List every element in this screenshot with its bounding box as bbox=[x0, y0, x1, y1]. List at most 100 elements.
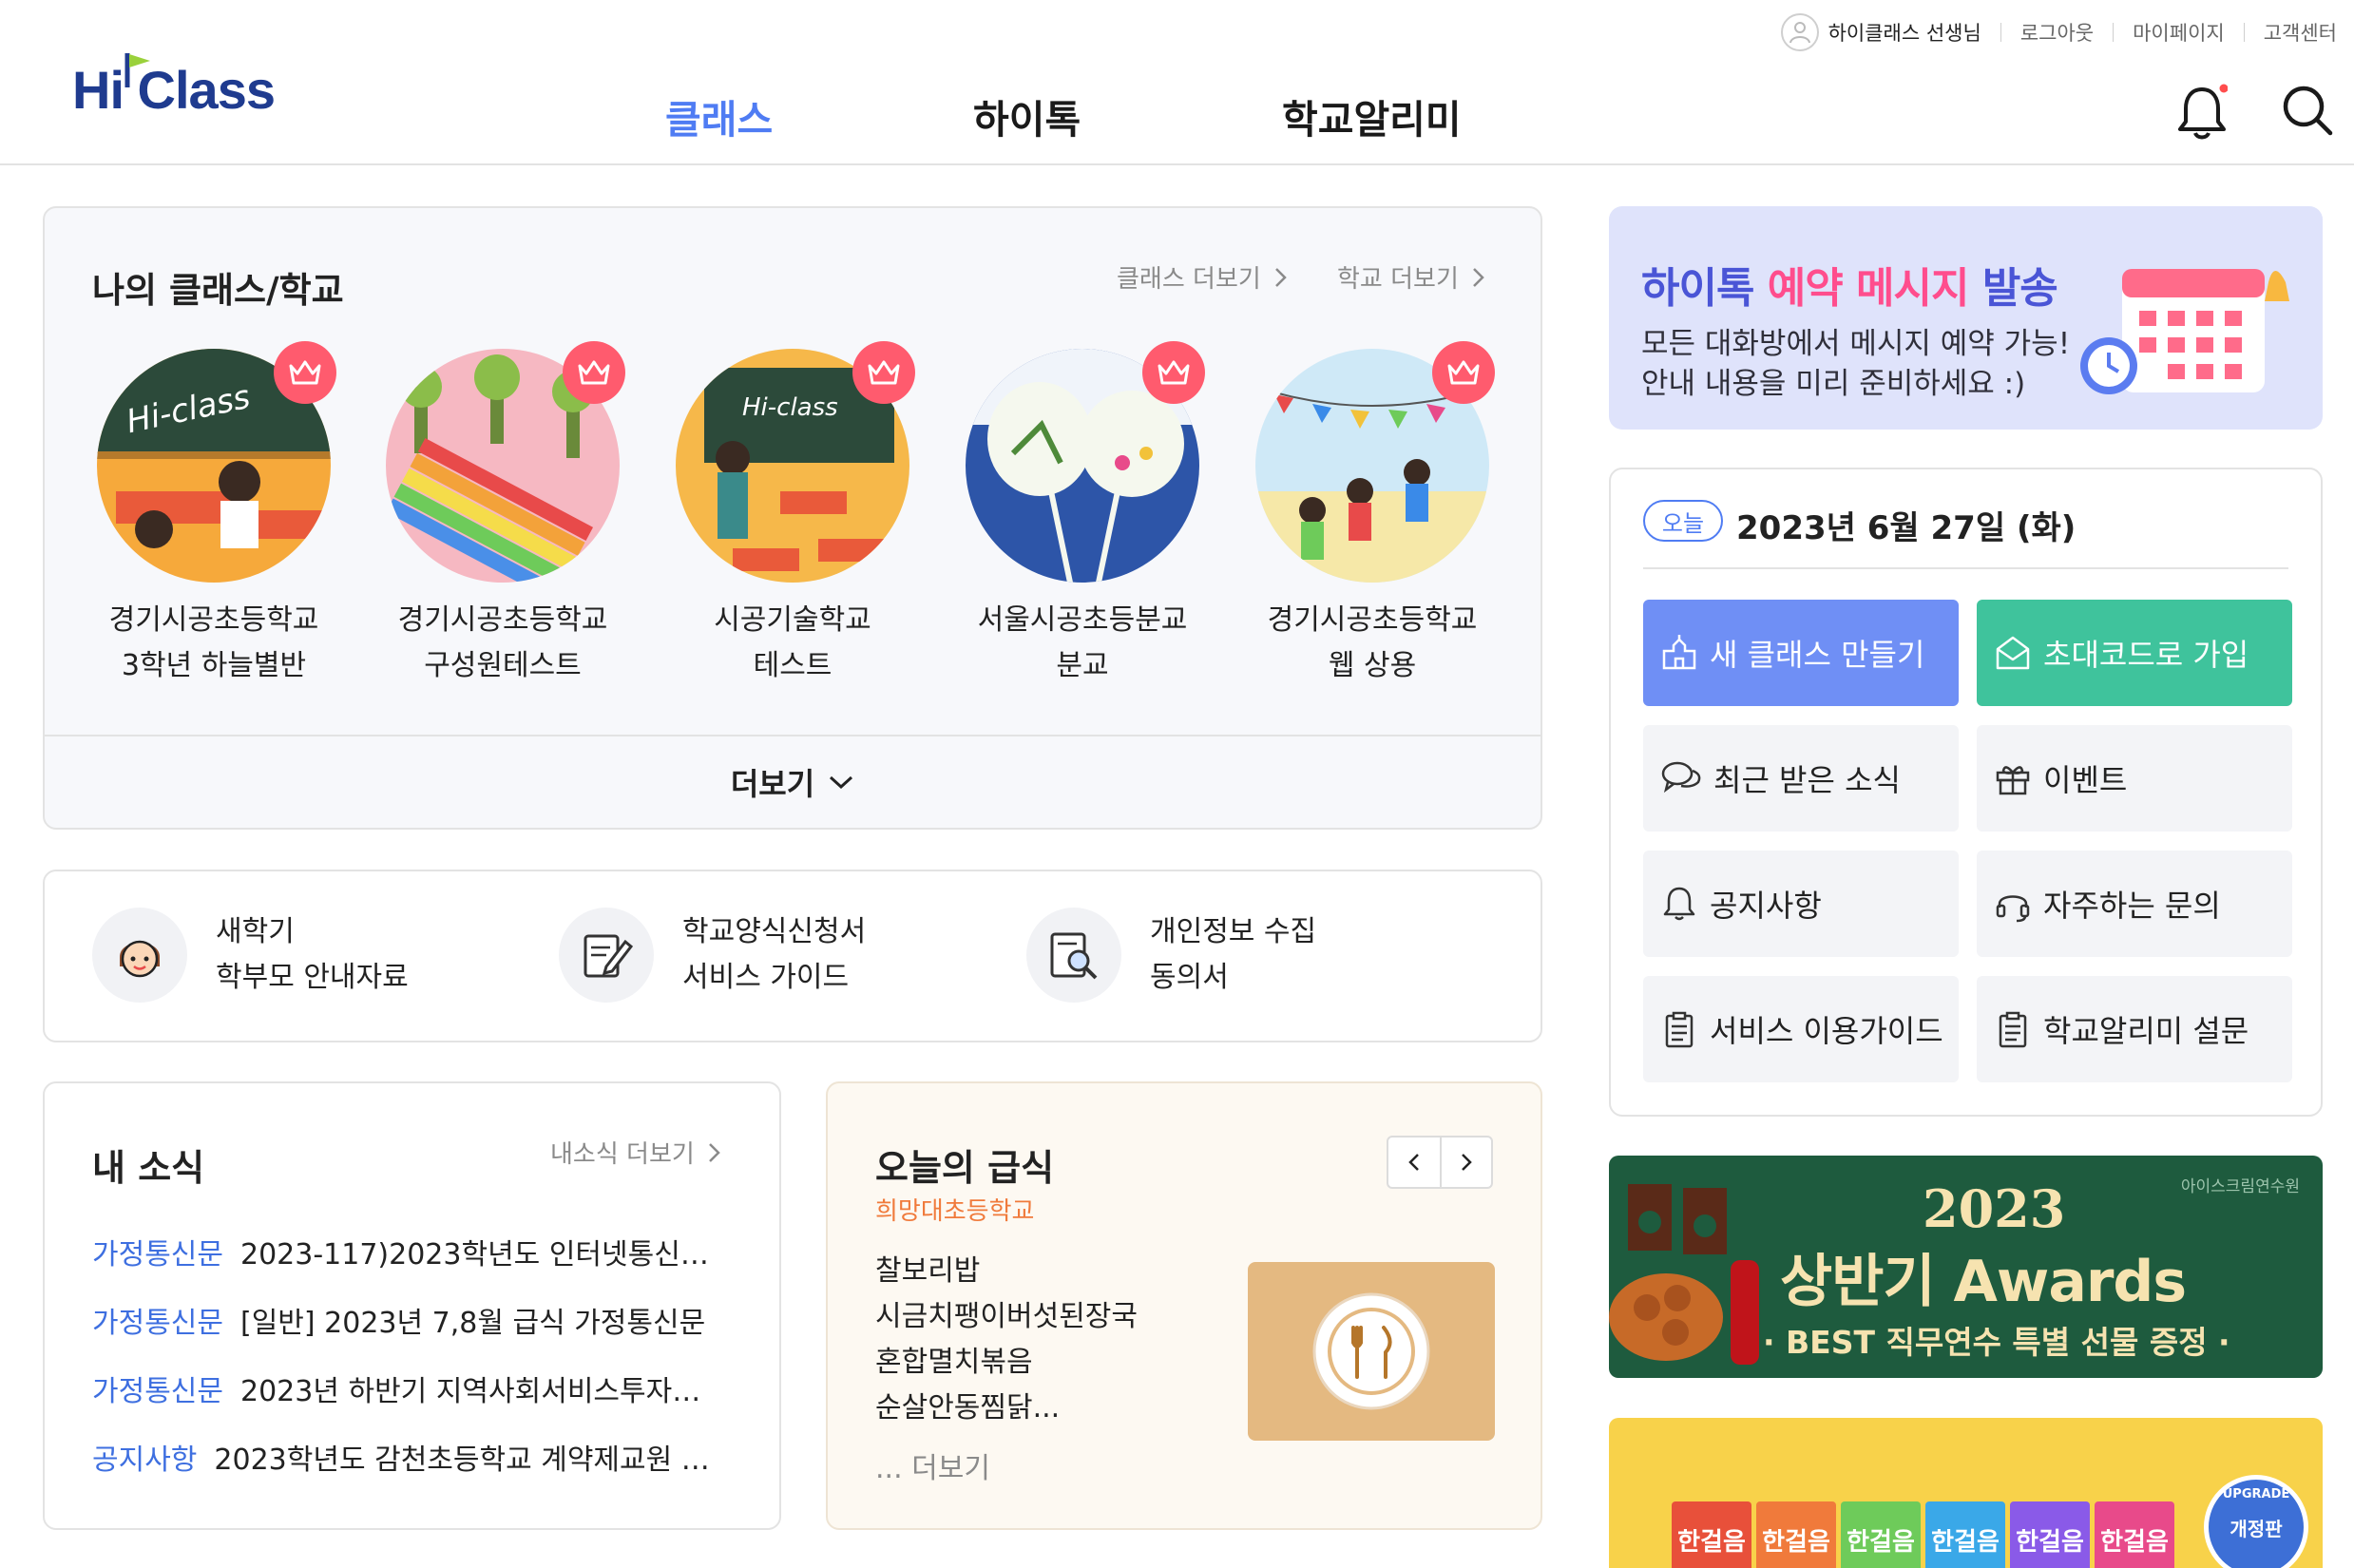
meal-pager bbox=[1387, 1136, 1493, 1189]
guide-privacy-consent[interactable]: 개인정보 수집 동의서 bbox=[1026, 908, 1316, 1003]
today-panel: 오늘 2023년 6월 27일 (화) 새 클래스 만들기 초대코드로 가입 최… bbox=[1609, 468, 2323, 1117]
news-row[interactable]: 공지사항 2023학년도 감천초등학교 계약제교원 … bbox=[92, 1436, 748, 1478]
banner-title: 하이톡 예약 메시지 발송 bbox=[1641, 264, 2058, 313]
banner-desc: 모든 대화방에서 메시지 예약 가능! 안내 내용을 미리 준비하세요 :) bbox=[1641, 327, 2071, 401]
face-icon bbox=[92, 908, 187, 1003]
nav-school-notice[interactable]: 학교알리미 bbox=[1282, 87, 1462, 144]
today-badge: 오늘 bbox=[1643, 500, 1723, 542]
next-arrow-icon[interactable] bbox=[1440, 1138, 1491, 1187]
notice-button[interactable]: 공지사항 bbox=[1643, 851, 1959, 957]
headset-icon bbox=[1996, 895, 2030, 923]
guide-links-card: 새학기 학부모 안내자료 학교양식신청서 서비스 가이드 개인정보 수집 동의서 bbox=[43, 870, 1542, 1042]
mypage-link[interactable]: 마이페이지 bbox=[2133, 18, 2225, 47]
survey-button[interactable]: 학교알리미 설문 bbox=[1977, 976, 2292, 1082]
book-cover: 한걸음 bbox=[2010, 1501, 2090, 1568]
svg-text:Hi-class: Hi-class bbox=[742, 393, 838, 422]
prev-arrow-icon[interactable] bbox=[1388, 1138, 1440, 1187]
document-search-icon bbox=[1026, 908, 1121, 1003]
crown-icon bbox=[274, 341, 336, 404]
crown-icon bbox=[1142, 341, 1205, 404]
banner-year: 2023 bbox=[1923, 1178, 2066, 1239]
today-meal-card: 오늘의 급식 희망대초등학교 찰보리밥 시금치팽이버섯된장국 혼합멸치볶음 순살… bbox=[826, 1081, 1542, 1530]
class-card[interactable]: Hi-class 시공기술학교 테스트 bbox=[674, 341, 915, 689]
today-date: 2023년 6월 27일 (화) bbox=[1736, 509, 2076, 547]
banner-subtitle: · BEST 직무연수 특별 선물 증정 · bbox=[1763, 1324, 2230, 1361]
class-card[interactable]: Hi-class 경기시공초등학교 3학년 하늘별반 bbox=[95, 341, 336, 689]
search-icon[interactable] bbox=[2281, 84, 2334, 141]
user-name[interactable]: 하이클래스 선생님 bbox=[1828, 18, 1981, 47]
form-edit-icon bbox=[559, 908, 654, 1003]
class-card[interactable]: 경기시공초등학교 웹 상용 bbox=[1254, 341, 1495, 689]
my-classes-card: 나의 클래스/학교 클래스 더보기 학교 더보기 Hi-class 경기시공초등… bbox=[43, 206, 1542, 830]
book-cover: 한걸음 bbox=[1841, 1501, 1921, 1568]
guide-form-service[interactable]: 학교양식신청서 서비스 가이드 bbox=[559, 908, 866, 1003]
chevron-down-icon bbox=[830, 775, 853, 790]
menu-item: 혼합멸치볶음 bbox=[875, 1346, 1033, 1379]
new-class-button[interactable]: 새 클래스 만들기 bbox=[1643, 600, 1959, 706]
news-row[interactable]: 가정통신문 [일반] 2023년 7,8월 급식 가정통신문 bbox=[92, 1299, 748, 1341]
book-cover: 한걸음 bbox=[2095, 1501, 2174, 1568]
bell-icon[interactable] bbox=[2176, 84, 2229, 144]
meal-school[interactable]: 희망대초등학교 bbox=[875, 1192, 1034, 1227]
drinks-chicken-illustration bbox=[1609, 1184, 1759, 1365]
meal-image bbox=[1248, 1262, 1495, 1441]
news-more-link[interactable]: 내소식 더보기 bbox=[550, 1135, 721, 1170]
recent-news-button[interactable]: 최근 받은 소식 bbox=[1643, 725, 1959, 832]
class-more-link[interactable]: 클래스 더보기 bbox=[1117, 259, 1288, 295]
faq-button[interactable]: 자주하는 문의 bbox=[1977, 851, 2292, 957]
meal-more-link[interactable]: ... 더보기 bbox=[875, 1444, 990, 1486]
hiclass-logo[interactable]: Hi Class bbox=[72, 53, 276, 121]
mail-open-icon bbox=[1996, 636, 2030, 670]
guide-parent-info[interactable]: 새학기 학부모 안내자료 bbox=[92, 908, 409, 1003]
chevron-right-icon bbox=[708, 1142, 720, 1162]
upgrade-badge: UPGRADE 개정판 bbox=[2204, 1475, 2308, 1568]
meal-title: 오늘의 급식 bbox=[875, 1147, 1055, 1189]
class-name: 경기시공초등학교 구성원테스트 bbox=[397, 603, 608, 682]
nav-hitalk[interactable]: 하이톡 bbox=[973, 87, 1081, 144]
menu-item: 시금치팽이버섯된장국 bbox=[875, 1300, 1138, 1333]
news-row[interactable]: 가정통신문 2023-117)2023학년도 인터넷통신… bbox=[92, 1231, 748, 1272]
classes-more-button[interactable]: 더보기 bbox=[45, 735, 1541, 828]
customer-center-link[interactable]: 고객센터 bbox=[2264, 18, 2337, 47]
chevron-right-icon bbox=[1274, 267, 1287, 287]
book-cover: 한걸음 bbox=[1925, 1501, 2005, 1568]
crown-icon bbox=[852, 341, 915, 404]
user-avatar-icon[interactable] bbox=[1780, 13, 1819, 51]
plate-icon bbox=[1312, 1292, 1430, 1410]
banner-org: 아이스크림연수원 bbox=[2180, 1177, 2300, 1196]
crown-icon bbox=[1432, 341, 1495, 404]
my-news-card: 내 소식 내소식 더보기 가정통신문 2023-117)2023학년도 인터넷통신… bbox=[43, 1081, 781, 1530]
service-guide-button[interactable]: 서비스 이용가이드 bbox=[1643, 976, 1959, 1082]
class-name: 서울시공초등분교 분교 bbox=[977, 603, 1188, 682]
utility-links: 하이클래스 선생님 로그아웃 마이페이지 고객센터 bbox=[1780, 13, 2337, 51]
school-more-link[interactable]: 학교 더보기 bbox=[1337, 259, 1485, 295]
book-cover: 한걸음 bbox=[1756, 1501, 1836, 1568]
guide-text: 학교양식신청서 서비스 가이드 bbox=[682, 915, 867, 994]
school-icon bbox=[1662, 635, 1696, 670]
book-cover: 한걸음 bbox=[1672, 1501, 1751, 1568]
logo-text: Hi Class bbox=[72, 60, 276, 120]
logout-link[interactable]: 로그아웃 bbox=[2020, 18, 2094, 47]
my-classes-title: 나의 클래스/학교 bbox=[92, 270, 344, 311]
reserve-message-banner[interactable]: 하이톡 예약 메시지 발송 모든 대화방에서 메시지 예약 가능! 안내 내용을 … bbox=[1609, 206, 2323, 430]
guide-text: 개인정보 수집 동의서 bbox=[1150, 915, 1317, 994]
class-card[interactable]: 경기시공초등학교 구성원테스트 bbox=[384, 341, 625, 689]
news-row[interactable]: 가정통신문 2023년 하반기 지역사회서비스투자… bbox=[92, 1367, 748, 1409]
class-name: 경기시공초등학교 웹 상용 bbox=[1267, 603, 1478, 682]
bell-icon bbox=[1663, 887, 1695, 921]
textbook-banner[interactable]: 한걸음 한걸음 한걸음 한걸음 한걸음 한걸음 UPGRADE 개정판 bbox=[1609, 1418, 2323, 1568]
invite-code-button[interactable]: 초대코드로 가입 bbox=[1977, 600, 2292, 706]
awards-banner[interactable]: 아이스크림연수원 2023 상반기 Awards · BEST 직무연수 특별 … bbox=[1609, 1156, 2323, 1378]
menu-item: 찰보리밥 bbox=[875, 1254, 981, 1288]
class-name: 경기시공초등학교 3학년 하늘별반 bbox=[108, 603, 319, 682]
class-card[interactable]: 서울시공초등분교 분교 bbox=[964, 341, 1205, 689]
gift-icon bbox=[1996, 766, 2030, 795]
clipboard-icon bbox=[1999, 1011, 2027, 1048]
chevron-right-icon bbox=[1472, 267, 1484, 287]
class-name: 시공기술학교 테스트 bbox=[714, 603, 871, 682]
nav-class[interactable]: 클래스 bbox=[665, 87, 773, 144]
guide-text: 새학기 학부모 안내자료 bbox=[216, 915, 409, 994]
event-button[interactable]: 이벤트 bbox=[1977, 725, 2292, 832]
top-bar: 하이클래스 선생님 로그아웃 마이페이지 고객센터 Hi Class 클래스 하… bbox=[0, 0, 2354, 165]
chat-bubbles-icon bbox=[1661, 761, 1701, 794]
